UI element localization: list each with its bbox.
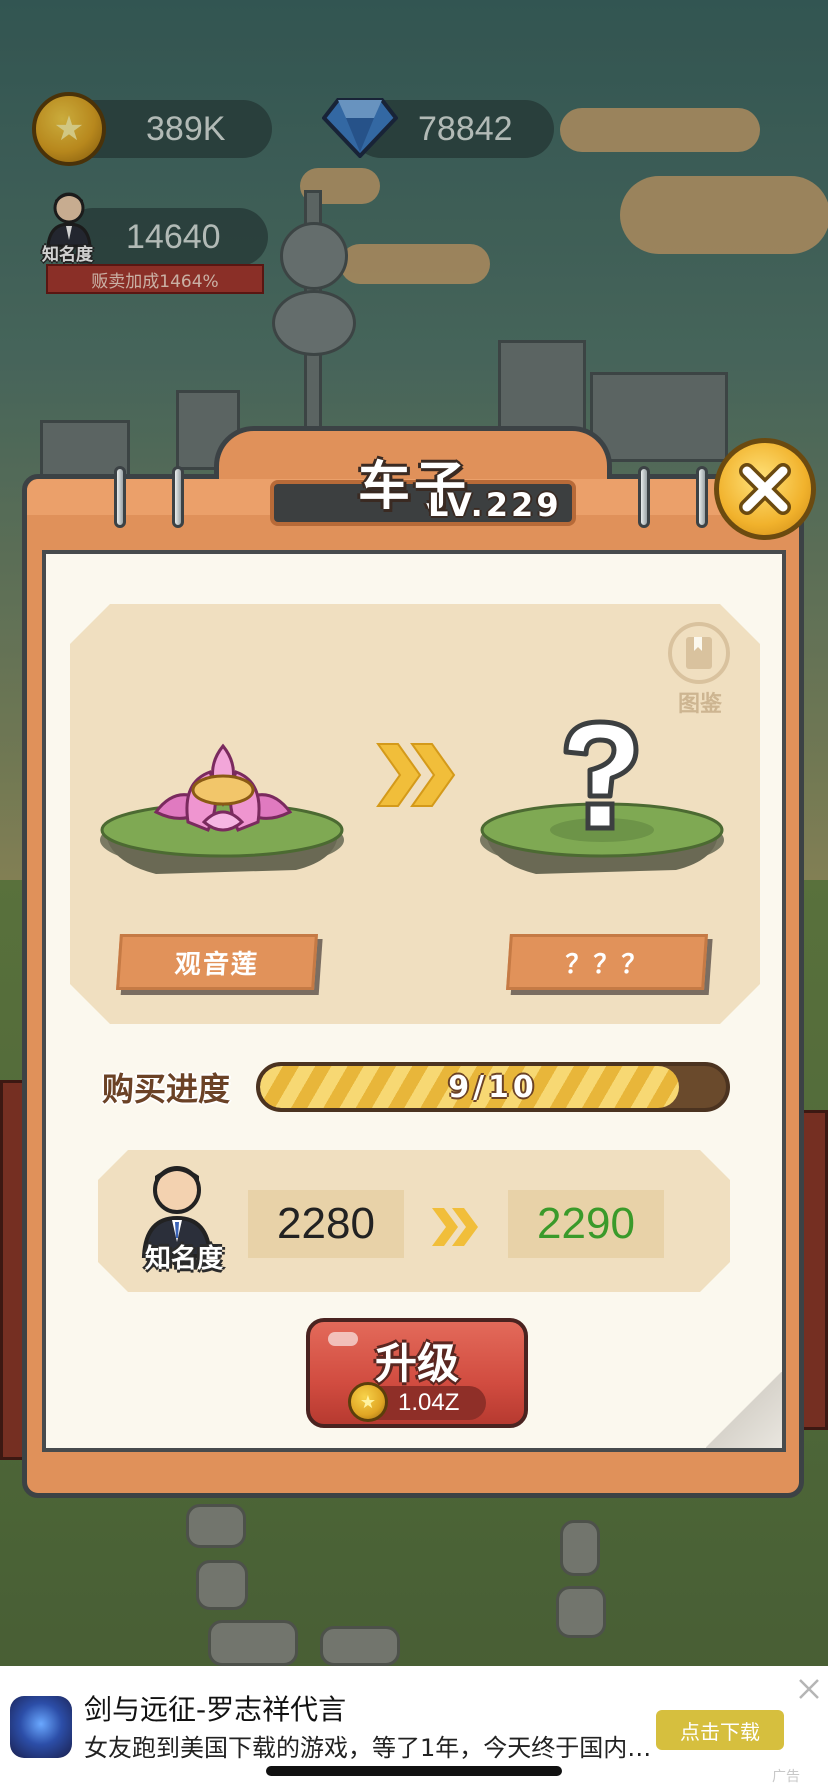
lotus-icon: [153, 743, 293, 832]
upgrade-button[interactable]: 升级 1.04Z ★: [306, 1318, 528, 1428]
level-indicator: LV.229: [428, 486, 562, 524]
fame-current-value: 2280: [248, 1190, 404, 1258]
upgrade-label: 升级: [374, 1339, 459, 1388]
purchase-progress-text: 9/10: [448, 1069, 538, 1105]
close-button[interactable]: [714, 438, 816, 540]
dialog-title: 车子: [357, 457, 470, 517]
codex-button[interactable]: [668, 622, 730, 684]
home-indicator[interactable]: [266, 1766, 562, 1776]
ad-download-button[interactable]: 点击下载: [656, 1710, 784, 1750]
ad-description[interactable]: 女友跑到美国下载的游戏，等了1年，今天终于国内…: [84, 1728, 654, 1763]
close-icon[interactable]: [796, 1676, 822, 1702]
codex-book-icon: [686, 637, 712, 669]
ad-title[interactable]: 剑与远征-罗志祥代言: [84, 1688, 346, 1728]
fame-label: 知名度: [144, 1244, 223, 1274]
ad-app-icon[interactable]: [10, 1696, 72, 1758]
current-item-name: 观音莲: [116, 934, 318, 990]
next-item-name: ？？？: [506, 934, 708, 990]
page-fold: [706, 1372, 782, 1448]
codex-label: 图鉴: [677, 692, 722, 717]
coin-icon: ★: [348, 1382, 388, 1422]
ad-tag: 广告: [772, 1769, 800, 1785]
purchase-progress-bar: 9/10: [256, 1062, 730, 1112]
double-arrow-icon: [376, 743, 456, 807]
question-mark-icon: [563, 719, 639, 831]
purchase-progress-label: 购买进度: [102, 1070, 231, 1108]
fame-next-value: 2290: [508, 1190, 664, 1258]
double-arrow-icon: [432, 1208, 478, 1246]
close-icon: [739, 463, 791, 515]
